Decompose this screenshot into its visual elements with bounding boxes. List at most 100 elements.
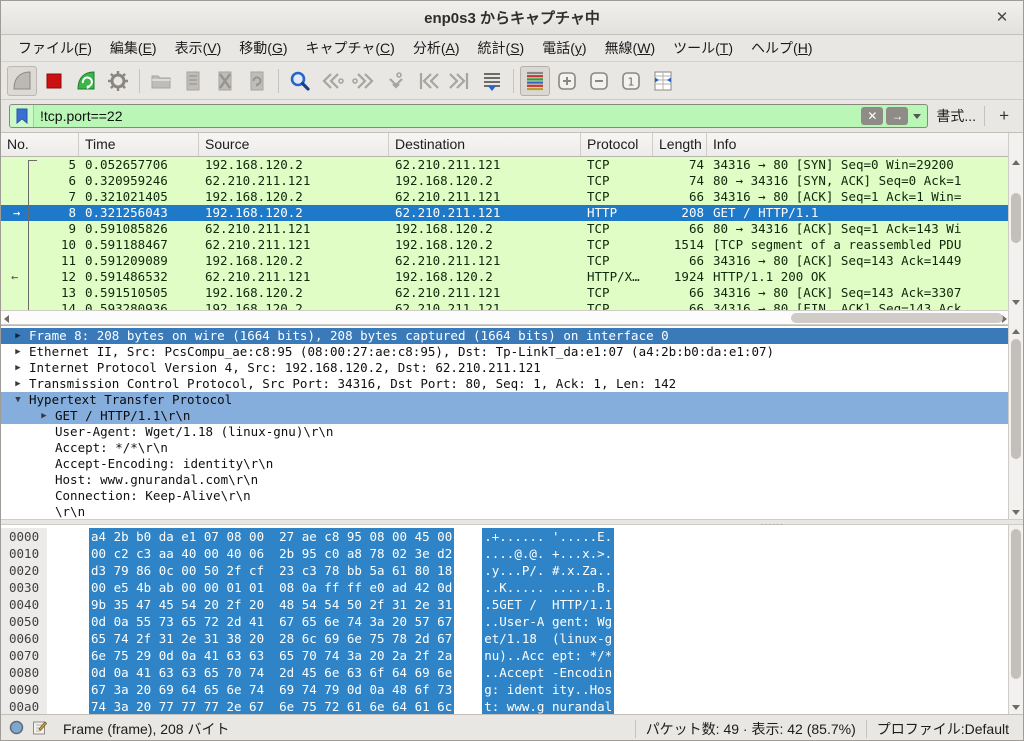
hscroll-left-arrow-icon[interactable] <box>4 315 9 323</box>
hex-row[interactable]: 00500d 0a 55 73 65 72 2d 41 67 65 6e 74 … <box>1 613 1010 630</box>
collapsed-arrow-icon[interactable]: ▶ <box>7 328 29 344</box>
packet-list-hscrollbar[interactable] <box>1 310 1010 325</box>
open-file-icon[interactable] <box>146 66 176 96</box>
hex-ascii[interactable]: ..Accept -Encodin <box>482 664 614 681</box>
display-filter-input[interactable] <box>34 108 861 124</box>
hex-ascii[interactable]: ..User-A gent: Wg <box>482 613 614 630</box>
packet-row[interactable]: 90.59108582662.210.211.121192.168.120.2T… <box>1 221 1010 237</box>
hex-row[interactable]: 006065 74 2f 31 2e 31 38 20 28 6c 69 6e … <box>1 630 1010 647</box>
hex-ascii[interactable]: t: www.g nurandal <box>482 698 614 714</box>
detail-vscrollbar[interactable] <box>1008 325 1023 519</box>
detail-line[interactable]: ▶Transmission Control Protocol, Src Port… <box>1 376 1010 392</box>
restart-capture-icon[interactable] <box>71 66 101 96</box>
reload-file-icon[interactable] <box>242 66 272 96</box>
hex-row[interactable]: 009067 3a 20 69 64 65 6e 74 69 74 79 0d … <box>1 681 1010 698</box>
filter-apply-icon[interactable]: → <box>886 107 908 125</box>
hex-vscrollbar[interactable] <box>1008 525 1023 714</box>
colorize-packets-icon[interactable] <box>520 66 550 96</box>
menu-item[interactable]: 分析(A) <box>404 35 469 61</box>
hscroll-thumb[interactable] <box>791 313 1003 323</box>
detail-line[interactable]: Connection: Keep-Alive\r\n <box>1 488 1010 504</box>
hex-ascii[interactable]: .+...... '.....E. <box>482 528 614 545</box>
packet-row[interactable]: 70.321021405192.168.120.262.210.211.121T… <box>1 189 1010 205</box>
packet-list-vscrollbar[interactable] <box>1008 133 1023 325</box>
collapsed-arrow-icon[interactable]: ▶ <box>7 344 29 360</box>
find-packet-icon[interactable] <box>285 66 315 96</box>
detail-line[interactable]: Accept-Encoding: identity\r\n <box>1 456 1010 472</box>
filter-expression-button[interactable]: 書式... <box>936 106 976 126</box>
column-header-info[interactable]: Info <box>707 133 1010 156</box>
go-forward-icon[interactable] <box>349 66 379 96</box>
collapsed-arrow-icon[interactable]: ▶ <box>33 408 55 424</box>
detail-line[interactable]: User-Agent: Wget/1.18 (linux-gnu)\r\n <box>1 424 1010 440</box>
hex-row[interactable]: 0000a4 2b b0 da e1 07 08 00 27 ae c8 95 … <box>1 528 1010 545</box>
packet-row[interactable]: 130.591510505192.168.120.262.210.211.121… <box>1 285 1010 301</box>
column-header-no[interactable]: No. <box>1 133 79 156</box>
hex-bytes[interactable]: 0d 0a 41 63 63 65 70 74 2d 45 6e 63 6f 6… <box>89 664 454 681</box>
close-icon[interactable]: ✕ <box>993 9 1011 27</box>
hex-row[interactable]: 0020d3 79 86 0c 00 50 2f cf 23 c3 78 bb … <box>1 562 1010 579</box>
start-capture-icon[interactable] <box>7 66 37 96</box>
hex-bytes[interactable]: 65 74 2f 31 2e 31 38 20 28 6c 69 6e 75 7… <box>89 630 454 647</box>
hex-row[interactable]: 003000 e5 4b ab 00 00 01 01 08 0a ff ff … <box>1 579 1010 596</box>
vscroll-down-arrow-icon[interactable] <box>1012 300 1020 305</box>
detail-scroll-down-icon[interactable] <box>1012 510 1020 515</box>
hex-bytes[interactable]: 00 e5 4b ab 00 00 01 01 08 0a ff ff e0 a… <box>89 579 454 596</box>
menu-item[interactable]: 無線(W) <box>596 35 665 61</box>
hex-scroll-thumb[interactable] <box>1011 529 1021 679</box>
hex-ascii[interactable]: ..K..... ......B. <box>482 579 614 596</box>
hex-bytes[interactable]: 74 3a 20 77 77 77 2e 67 6e 75 72 61 6e 6… <box>89 698 454 714</box>
menu-item[interactable]: 電話(y) <box>533 35 595 61</box>
packet-row[interactable]: 50.052657706192.168.120.262.210.211.121T… <box>1 157 1010 173</box>
column-header-time[interactable]: Time <box>79 133 199 156</box>
hex-ascii[interactable]: nu)..Acc ept: */* <box>482 647 614 664</box>
hex-bytes[interactable]: 67 3a 20 69 64 65 6e 74 69 74 79 0d 0a 4… <box>89 681 454 698</box>
expanded-arrow-icon[interactable]: ▼ <box>7 392 29 408</box>
zoom-in-icon[interactable] <box>552 66 582 96</box>
filter-clear-icon[interactable]: ✕ <box>861 107 883 125</box>
detail-line[interactable]: ▼Hypertext Transfer Protocol <box>1 392 1010 408</box>
hex-bytes[interactable]: a4 2b b0 da e1 07 08 00 27 ae c8 95 08 0… <box>89 528 454 545</box>
hex-row[interactable]: 00a074 3a 20 77 77 77 2e 67 6e 75 72 61 … <box>1 698 1010 714</box>
vscroll-up-arrow-icon[interactable] <box>1012 160 1020 165</box>
filter-bookmark-icon[interactable] <box>10 105 34 127</box>
add-filter-button[interactable]: + <box>993 106 1015 126</box>
detail-line[interactable]: Accept: */*\r\n <box>1 440 1010 456</box>
go-back-icon[interactable] <box>317 66 347 96</box>
hex-bytes[interactable]: 0d 0a 55 73 65 72 2d 41 67 65 6e 74 3a 2… <box>89 613 454 630</box>
menu-item[interactable]: 編集(E) <box>101 35 166 61</box>
hex-row[interactable]: 00706e 75 29 0d 0a 41 63 63 65 70 74 3a … <box>1 647 1010 664</box>
hex-bytes[interactable]: 00 c2 c3 aa 40 00 40 06 2b 95 c0 a8 78 0… <box>89 545 454 562</box>
hex-ascii[interactable]: .y...P/. #.x.Za.. <box>482 562 614 579</box>
packet-row[interactable]: 120.59148653262.210.211.121192.168.120.2… <box>1 269 1010 285</box>
packet-row[interactable]: 140.593280936192.168.120.262.210.211.121… <box>1 301 1010 310</box>
capture-comment-icon[interactable] <box>32 720 47 738</box>
go-to-packet-icon[interactable] <box>381 66 411 96</box>
column-header-length[interactable]: Length <box>653 133 707 156</box>
detail-line[interactable]: ▶Internet Protocol Version 4, Src: 192.1… <box>1 360 1010 376</box>
collapsed-arrow-icon[interactable]: ▶ <box>7 376 29 392</box>
menu-item[interactable]: 移動(G) <box>230 35 296 61</box>
hex-bytes[interactable]: 9b 35 47 45 54 20 2f 20 48 54 54 50 2f 3… <box>89 596 454 613</box>
detail-line[interactable]: Host: www.gnurandal.com\r\n <box>1 472 1010 488</box>
packet-row[interactable]: 100.59118846762.210.211.121192.168.120.2… <box>1 237 1010 253</box>
detail-line[interactable]: ▶Frame 8: 208 bytes on wire (1664 bits),… <box>1 328 1010 344</box>
detail-scroll-thumb[interactable] <box>1011 339 1021 459</box>
detail-line[interactable]: ▶GET / HTTP/1.1\r\n <box>1 408 1010 424</box>
normal-size-icon[interactable]: 1 <box>616 66 646 96</box>
detail-line[interactable]: ▶Ethernet II, Src: PcsCompu_ae:c8:95 (08… <box>1 344 1010 360</box>
close-file-icon[interactable] <box>210 66 240 96</box>
hex-scroll-down-icon[interactable] <box>1012 705 1020 710</box>
menu-item[interactable]: キャプチャ(C) <box>297 35 404 61</box>
menu-item[interactable]: ヘルプ(H) <box>742 35 821 61</box>
menu-item[interactable]: 統計(S) <box>469 35 534 61</box>
auto-scroll-icon[interactable] <box>477 66 507 96</box>
expert-info-icon[interactable] <box>9 720 24 738</box>
detail-line[interactable]: \r\n <box>1 504 1010 519</box>
zoom-out-icon[interactable] <box>584 66 614 96</box>
menu-item[interactable]: ファイル(F) <box>9 35 101 61</box>
column-header-destination[interactable]: Destination <box>389 133 581 156</box>
go-last-icon[interactable] <box>445 66 475 96</box>
go-first-icon[interactable] <box>413 66 443 96</box>
hex-row[interactable]: 00409b 35 47 45 54 20 2f 20 48 54 54 50 … <box>1 596 1010 613</box>
